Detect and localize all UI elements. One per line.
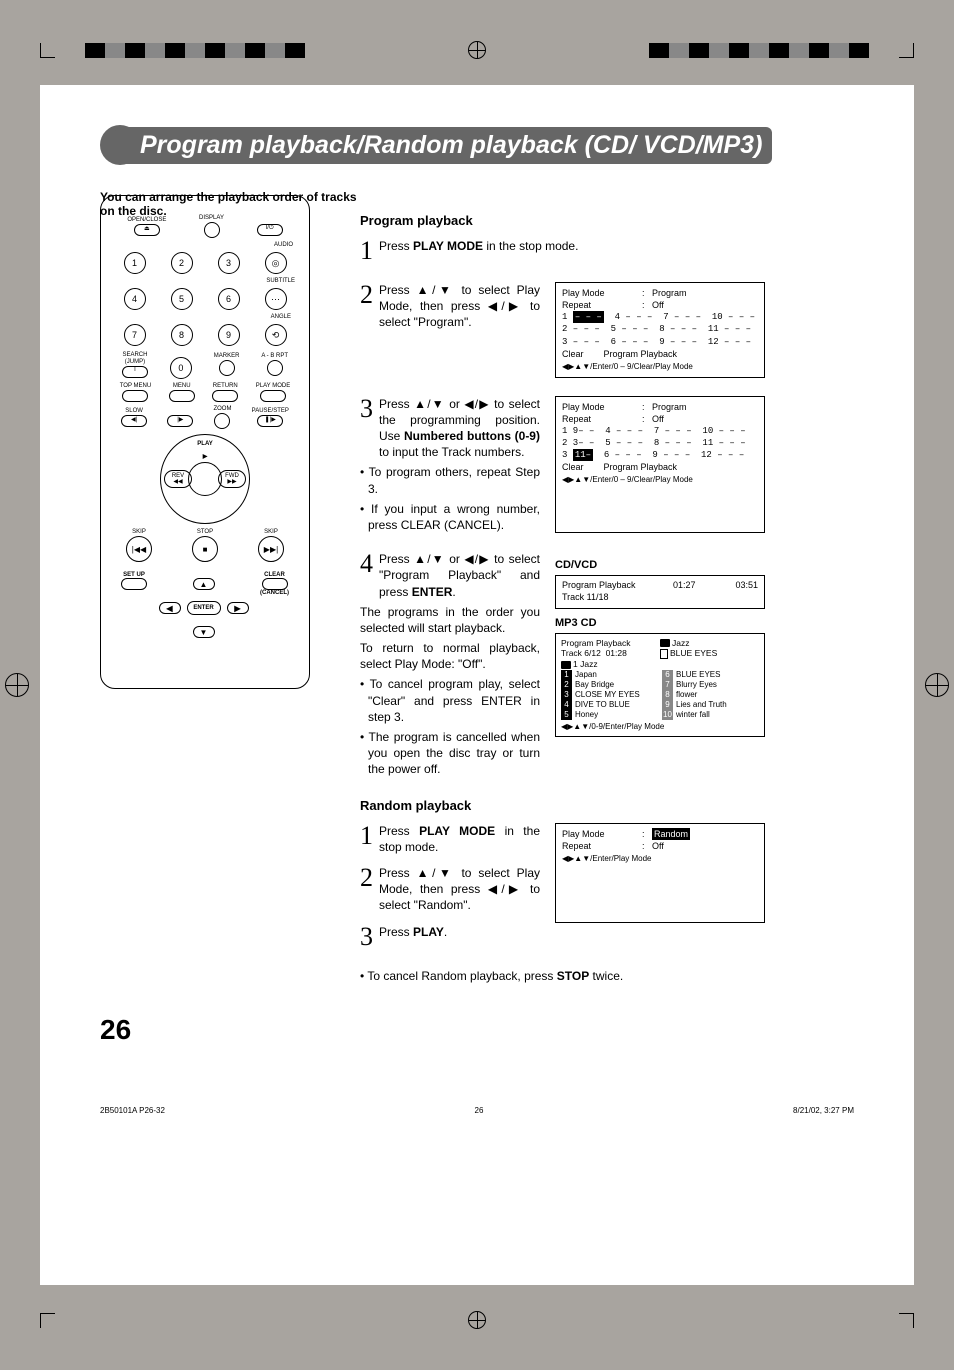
- footer-line: 2B50101A P26-32 26 8/21/02, 3:27 PM: [100, 1106, 854, 1115]
- osd-panel-program-empty: Play Mode: Program Repeat: Off 1 – – – 4…: [555, 282, 765, 378]
- step-text: Press PLAY MODE in the stop mode.: [379, 238, 578, 254]
- page-number: 26: [100, 1014, 854, 1046]
- crop-marks-top: [0, 30, 954, 70]
- osd-panel-program-filled: Play Mode: Program Repeat: Off 1 9– – 4 …: [555, 396, 765, 534]
- paper: Program playback/Random playback (CD/ VC…: [40, 85, 914, 1285]
- registration-mark-icon: [5, 673, 29, 697]
- page-title-bar: Program playback/Random playback (CD/ VC…: [100, 125, 854, 165]
- registration-mark-icon: [468, 1311, 486, 1329]
- registration-mark-icon: [468, 41, 486, 59]
- random-heading: Random playback: [360, 798, 854, 813]
- osd-panel-random: Play Mode: Random Repeat: Off ◀▶▲▼/Enter…: [555, 823, 765, 923]
- osd-panel-cdvcd: Program Playback01:2703:51 Track 11/18: [555, 575, 765, 608]
- osd-panel-mp3: Program Playback Jazz Track 6/12 01:28 B…: [555, 633, 765, 737]
- page: Program playback/Random playback (CD/ VC…: [0, 0, 954, 1370]
- file-icon: [660, 649, 668, 659]
- folder-icon: [561, 661, 571, 669]
- cd-vcd-label: CD/VCD: [555, 559, 765, 571]
- step-number: 1: [360, 238, 373, 264]
- remote-illustration: OPEN/CLOSE⏏ DISPLAY I/⏻ AUDIO 123◎ SUBTI…: [100, 195, 310, 689]
- crop-marks-bottom: [0, 1300, 954, 1340]
- registration-mark-icon: [925, 673, 949, 697]
- page-title: Program playback/Random playback (CD/ VC…: [115, 127, 772, 164]
- program-heading: Program playback: [360, 213, 854, 228]
- intro-text: You can arrange the playback order of tr…: [100, 190, 360, 218]
- power-icon: I/⏻: [257, 224, 283, 236]
- mp3-cd-label: MP3 CD: [555, 617, 765, 629]
- folder-icon: [660, 639, 670, 647]
